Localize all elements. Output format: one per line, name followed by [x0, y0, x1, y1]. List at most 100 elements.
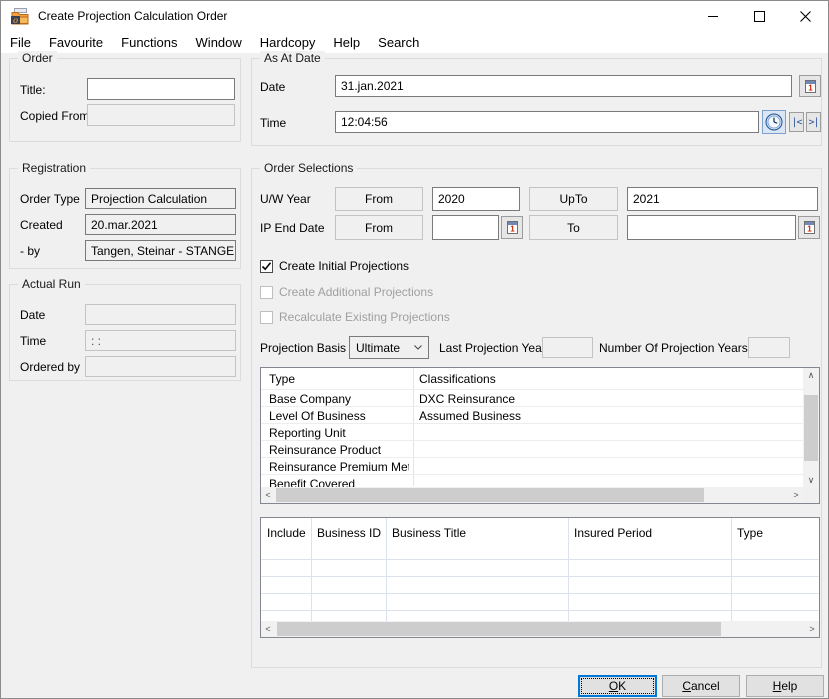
row-divider [261, 389, 803, 390]
order-type-label: Order Type [20, 192, 80, 206]
checkbox-box-icon [260, 311, 273, 324]
order-selections-group-label: Order Selections [260, 161, 357, 175]
as-at-time-input[interactable]: 12:04:56 [335, 111, 759, 133]
checkbox-label: Recalculate Existing Projections [279, 310, 450, 324]
row-divider [261, 559, 819, 560]
actual-run-time-field: : : [85, 330, 236, 351]
row-divider [261, 406, 803, 407]
registration-group: Registration Order Type Projection Calcu… [9, 168, 241, 269]
last-projection-year-input [542, 337, 593, 358]
as-at-date-label: Date [260, 80, 285, 94]
scroll-left-icon[interactable]: < [261, 622, 275, 636]
uw-year-from-input[interactable]: 2020 [432, 187, 520, 211]
column-header-business-title: Business Title [392, 526, 466, 540]
row-divider [261, 474, 803, 475]
scroll-right-icon[interactable]: > [789, 488, 803, 502]
scroll-up-icon[interactable]: ∧ [803, 368, 819, 382]
projection-basis-select[interactable]: Ultimate [349, 336, 429, 359]
close-icon [800, 11, 811, 22]
row-divider [261, 593, 819, 594]
table-row-classification[interactable]: Assumed Business [419, 409, 799, 423]
uw-year-upto-input[interactable]: 2021 [627, 187, 818, 211]
dialog-create-projection-calculation-order: o Create Projection Calculation Order Fi… [0, 0, 829, 699]
created-label: Created [20, 218, 63, 232]
horizontal-scrollbar-thumb[interactable] [276, 488, 704, 502]
column-header-classifications: Classifications [419, 372, 496, 386]
business-table: Include Business ID Business Title Insur… [260, 517, 820, 638]
menu-favourite[interactable]: Favourite [40, 34, 112, 51]
time-step-forward-button[interactable]: >| [806, 112, 821, 132]
calendar-icon: 1 [506, 220, 519, 235]
scrollbar-corner [803, 487, 819, 503]
column-divider [731, 518, 732, 621]
scroll-right-icon[interactable]: > [805, 622, 819, 636]
classification-table: Type Classifications Base Company DXC Re… [260, 367, 820, 504]
ip-end-date-from-calendar-button[interactable]: 1 [501, 216, 523, 239]
last-projection-year-label: Last Projection Year [439, 341, 546, 355]
scroll-down-icon[interactable]: ∨ [803, 473, 819, 487]
table-row-type[interactable]: Reinsurance Premium Met... [269, 460, 409, 474]
row-divider [261, 610, 819, 611]
order-selections-group: Order Selections U/W Year From 2020 UpTo… [251, 168, 822, 668]
svg-text:1: 1 [510, 225, 515, 234]
ip-end-date-from-label: From [335, 215, 423, 240]
cancel-button[interactable]: Cancel [662, 675, 740, 697]
table-row-type[interactable]: Reporting Unit [269, 426, 409, 440]
time-step-back-button[interactable]: |< [789, 112, 804, 132]
chevron-down-icon [414, 345, 422, 350]
number-of-projection-years-label: Number Of Projection Years [599, 341, 748, 355]
column-divider [311, 518, 312, 621]
order-group: Order Title: Copied From [9, 58, 241, 142]
table-row-type[interactable]: Level Of Business [269, 409, 409, 423]
minimize-button[interactable] [690, 1, 736, 31]
checkbox-box-icon [260, 286, 273, 299]
copied-from-field [87, 104, 235, 126]
order-group-label: Order [18, 51, 57, 65]
step-last-icon: >| [808, 117, 818, 128]
checkbox-box-icon [260, 260, 273, 273]
as-at-date-input[interactable]: 31.jan.2021 [335, 75, 792, 97]
as-at-date-group-label: As At Date [260, 51, 325, 65]
vertical-scrollbar-thumb[interactable] [804, 395, 818, 461]
scroll-left-icon[interactable]: < [261, 488, 275, 502]
uw-year-from-label: From [335, 187, 423, 211]
ip-end-date-to-input[interactable] [627, 215, 796, 240]
menu-file[interactable]: File [1, 34, 40, 51]
step-first-icon: |< [791, 117, 801, 128]
ip-end-date-from-input[interactable] [432, 215, 499, 240]
as-at-date-calendar-button[interactable]: 1 [799, 75, 821, 97]
clock-icon [765, 113, 783, 131]
maximize-button[interactable] [736, 1, 782, 31]
horizontal-scrollbar-thumb[interactable] [277, 622, 721, 636]
calendar-icon: 1 [804, 79, 817, 94]
help-button[interactable]: Help [746, 675, 824, 697]
table-row-type[interactable]: Base Company [269, 392, 409, 406]
row-divider [261, 576, 819, 577]
projection-basis-label: Projection Basis [260, 341, 346, 355]
menu-hardcopy[interactable]: Hardcopy [251, 34, 325, 51]
menu-window[interactable]: Window [187, 34, 251, 51]
ip-end-date-to-calendar-button[interactable]: 1 [798, 216, 820, 239]
window-title: Create Projection Calculation Order [38, 9, 227, 23]
created-field: 20.mar.2021 [85, 214, 236, 235]
title-input[interactable] [87, 78, 235, 100]
menu-functions[interactable]: Functions [112, 34, 186, 51]
app-icon: o [10, 8, 30, 25]
table-row-classification[interactable]: DXC Reinsurance [419, 392, 799, 406]
close-button[interactable] [782, 1, 828, 31]
title-bar: o Create Projection Calculation Order [1, 1, 828, 31]
by-label: - by [20, 244, 40, 258]
column-header-business-id: Business ID [317, 526, 381, 540]
time-picker-button[interactable] [762, 110, 786, 134]
created-by-field: Tangen, Steinar - STANGEN [85, 240, 236, 261]
as-at-date-group: As At Date Date 31.jan.2021 1 Time 12:04… [251, 58, 822, 146]
checkbox-create-initial-projections[interactable]: Create Initial Projections [260, 259, 409, 273]
checkbox-label: Create Additional Projections [279, 285, 433, 299]
menu-help[interactable]: Help [324, 34, 369, 51]
table-row-type[interactable]: Reinsurance Product [269, 443, 409, 457]
column-header-insured-period: Insured Period [574, 526, 652, 540]
menu-search[interactable]: Search [369, 34, 428, 51]
projection-basis-value: Ultimate [356, 341, 400, 355]
ok-button[interactable]: OK [578, 675, 657, 697]
uw-year-label: U/W Year [260, 192, 311, 206]
